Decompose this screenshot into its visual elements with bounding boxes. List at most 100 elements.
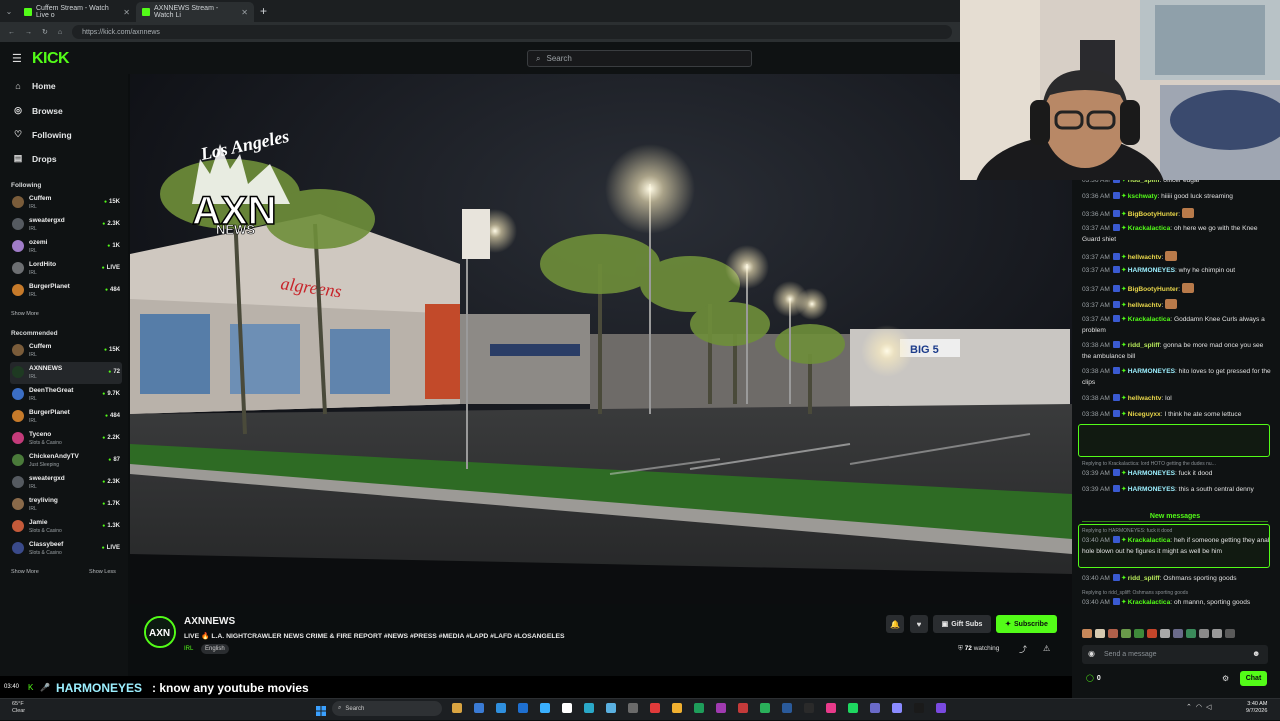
sidebar-channel[interactable]: Cuffem IRL 15K — [10, 192, 122, 214]
sidebar-nav-home[interactable]: ⌂ Home — [13, 81, 55, 91]
message-username[interactable]: Niceguyxx — [1128, 411, 1161, 418]
chat-message[interactable]: 03:40 AM ✦Krackalactica: heh if someone g… — [1082, 536, 1272, 557]
sidebar-channel[interactable]: ozemi IRL 1K — [10, 236, 122, 258]
reload-icon[interactable]: ↻ — [42, 28, 48, 36]
taskbar-app-icon[interactable] — [584, 703, 594, 713]
taskbar-app-icon[interactable] — [782, 703, 792, 713]
message-username[interactable]: hellwachtv — [1128, 395, 1162, 402]
chat-settings-icon[interactable]: ⚙ — [1222, 674, 1229, 683]
taskbar-app-icon[interactable] — [848, 703, 858, 713]
taskbar-app-icon[interactable] — [562, 703, 572, 713]
streamer-name[interactable]: AXNNEWS — [184, 616, 235, 627]
sidebar-channel[interactable]: Classybeef Slots & Casino LIVE — [10, 538, 122, 560]
url-field[interactable]: https://kick.com/axnnews — [72, 25, 953, 39]
windows-start-icon[interactable] — [316, 703, 326, 716]
video-player[interactable]: algreens BIG 5 Los Angeles AXN NEWS — [130, 74, 1072, 604]
message-username[interactable]: ridd_spliff — [1128, 575, 1160, 582]
sidebar-channel[interactable]: BurgerPlanet IRL 484 — [10, 280, 122, 302]
share-icon[interactable]: ⤴ — [1019, 644, 1027, 655]
stream-category[interactable]: IRL — [184, 646, 193, 652]
taskbar-app-icon[interactable] — [738, 703, 748, 713]
taskbar-app-icon[interactable] — [650, 703, 660, 713]
taskbar-app-icon[interactable] — [936, 703, 946, 713]
reply-context[interactable]: Replying to ridd_spliff: Oshmans sportin… — [1082, 590, 1272, 596]
emote-icon[interactable] — [1173, 628, 1183, 638]
message-username[interactable]: Krackalactica — [1128, 316, 1171, 323]
chat-message[interactable]: 03:36 AM ✦kschwaty: hiiiii good luck stre… — [1082, 192, 1272, 203]
emote-icon[interactable] — [1108, 628, 1118, 638]
recommended-show-less[interactable]: Show Less — [89, 569, 116, 575]
home-button-icon[interactable]: ⌂ — [58, 29, 62, 36]
message-username[interactable]: ridd_spliff — [1128, 342, 1160, 349]
sidebar-channel[interactable]: Jamie Slots & Casino 1.3K — [10, 516, 122, 538]
emote-icon[interactable] — [1082, 628, 1092, 638]
sidebar-channel[interactable]: sweatergxd IRL 2.3K — [10, 472, 122, 494]
emote-icon[interactable] — [1095, 628, 1105, 638]
chat-message[interactable]: 03:40 AM ✦Krackalactica: oh mannn, sporti… — [1082, 598, 1272, 609]
tab-menu-icon[interactable]: ⌄ — [0, 7, 18, 16]
message-username[interactable]: HARMONEYES — [1128, 368, 1175, 375]
message-username[interactable]: Krackalactica — [1128, 599, 1171, 606]
taskbar-app-icon[interactable] — [474, 703, 484, 713]
kick-logo[interactable]: KICK — [32, 50, 70, 68]
taskbar-clock[interactable]: 3:40 AM 9/7/2026 — [1246, 701, 1267, 715]
notification-bell-button[interactable]: 🔔 — [886, 615, 904, 633]
taskbar-app-icon[interactable] — [826, 703, 836, 713]
recommended-show-more[interactable]: Show More — [11, 569, 39, 575]
chat-message[interactable]: 03:37 AM ✦Krackalactica: Goddamn Knee Cur… — [1082, 315, 1272, 336]
taskbar-app-icon[interactable] — [518, 703, 528, 713]
stream-language-tag[interactable]: English — [201, 644, 229, 654]
chat-message[interactable]: 03:38 AM ✦ridd_spliff: gonna be more mad … — [1082, 341, 1272, 362]
follow-heart-button[interactable]: ♥ — [910, 615, 928, 633]
taskbar-app-icon[interactable] — [672, 703, 682, 713]
chat-message[interactable]: 03:38 AM ✦hellwachtv: lol — [1082, 394, 1272, 405]
chat-input[interactable]: Send a message — [1082, 645, 1268, 664]
quick-emote-row[interactable] — [1082, 626, 1268, 640]
message-username[interactable]: BigBootyHunter — [1128, 286, 1179, 293]
taskbar-app-icon[interactable] — [496, 703, 506, 713]
browser-tab-cuffem[interactable]: Cuffem Stream - Watch Live o ✕ — [18, 2, 136, 22]
taskbar-app-icon[interactable] — [606, 703, 616, 713]
taskbar-app-icon[interactable] — [914, 703, 924, 713]
close-tab-icon[interactable]: ✕ — [123, 8, 130, 17]
message-username[interactable]: hellwachtv — [1128, 302, 1162, 309]
tray-arrow-icon[interactable]: ⌃ — [1186, 704, 1196, 711]
chat-message[interactable]: 03:37 AM ✦HARMONEYES: why he chimpin out — [1082, 266, 1272, 277]
emote-icon[interactable] — [1199, 628, 1209, 638]
chat-message[interactable]: 03:38 AM ✦HARMONEYES: hito loves to get p… — [1082, 367, 1272, 388]
sidebar-nav-following[interactable]: ♡ Following — [13, 129, 72, 140]
message-username[interactable]: HARMONEYES — [1128, 486, 1175, 493]
chat-message[interactable]: 03:39 AM ✦HARMONEYES: fuck it dood — [1082, 469, 1272, 480]
reply-context[interactable]: Replying to Krackalactica: lord HOTO get… — [1082, 461, 1272, 467]
emote-icon[interactable] — [1160, 628, 1170, 638]
forward-icon[interactable]: → — [25, 29, 32, 36]
sidebar-channel[interactable]: BurgerPlanet IRL 484 — [10, 406, 122, 428]
channel-points[interactable]: ◯ 0 — [1086, 674, 1101, 682]
sidebar-nav-browse[interactable]: ◎ Browse — [13, 105, 63, 116]
taskbar-app-icon[interactable] — [804, 703, 814, 713]
chat-message[interactable]: 03:37 AM ✦Krackalactica: oh here we go wi… — [1082, 224, 1272, 245]
taskbar-app-icon[interactable] — [540, 703, 550, 713]
chat-send-button[interactable]: Chat — [1240, 671, 1267, 686]
message-username[interactable]: HARMONEYES — [1128, 470, 1175, 477]
emote-icon[interactable] — [1186, 628, 1196, 638]
message-username[interactable]: hellwachtv — [1128, 254, 1162, 261]
sidebar-nav-drops[interactable]: ▤ Drops — [13, 153, 57, 164]
sidebar-channel[interactable]: ChickenAndyTV Just Sleeping 87 — [10, 450, 122, 472]
taskbar-app-icon[interactable] — [760, 703, 770, 713]
emote-icon[interactable] — [1121, 628, 1131, 638]
chat-message[interactable]: 03:39 AM ✦HARMONEYES: this a south centra… — [1082, 485, 1272, 496]
taskbar-search[interactable]: ⌕ Search — [332, 701, 442, 716]
sidebar-channel[interactable]: Cuffem IRL 15K — [10, 340, 122, 362]
browser-tab-axnnews[interactable]: AXNNEWS Stream - Watch Li ✕ — [136, 2, 254, 22]
emote-icon[interactable] — [1225, 628, 1235, 638]
subscribe-button[interactable]: ✦ Subscribe — [996, 615, 1057, 633]
message-username[interactable]: kschwaty — [1128, 193, 1158, 200]
message-username[interactable]: HARMONEYES — [1128, 267, 1175, 274]
message-username[interactable]: Krackalactica — [1128, 225, 1171, 232]
new-tab-icon[interactable]: + — [260, 4, 267, 18]
taskbar-app-icon[interactable] — [870, 703, 880, 713]
sidebar-channel[interactable]: AXNNEWS IRL 72 — [10, 362, 122, 384]
following-show-more[interactable]: Show More — [11, 311, 39, 317]
chat-message[interactable]: 03:37 AM ✦BigBootyHunter: — [1082, 283, 1272, 296]
